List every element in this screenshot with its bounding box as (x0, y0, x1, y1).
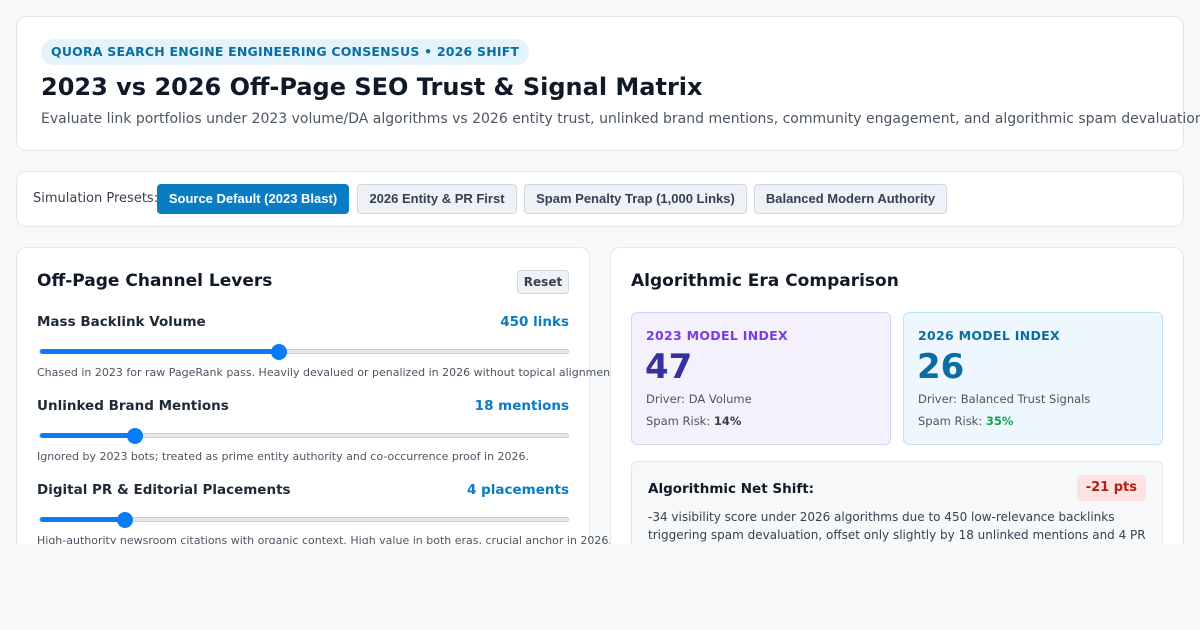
model-risk: Spam Risk: 14% (646, 414, 741, 428)
risk-label: Spam Risk: (646, 414, 711, 428)
model-score: 26 (917, 347, 965, 387)
lever-note: Ignored by 2023 bots; treated as prime e… (37, 450, 530, 463)
page-title: 2023 vs 2026 Off-Page SEO Trust & Signal… (41, 73, 703, 101)
model-2023-box: 2023 MODEL INDEX 47 Driver: DA Volume Sp… (631, 312, 891, 445)
net-shift-badge: -21 pts (1076, 475, 1146, 501)
model-driver: Driver: Balanced Trust Signals (918, 392, 1091, 406)
slider-fill (40, 349, 279, 354)
model-score: 47 (645, 347, 693, 387)
presets-label: Simulation Presets: (33, 191, 159, 206)
comparison-title: Algorithmic Era Comparison (631, 271, 899, 291)
lever-label: Digital PR & Editorial Placements (37, 482, 291, 498)
preset-entity-pr-button[interactable]: 2026 Entity & PR First (357, 184, 517, 214)
slider-fill (40, 517, 125, 522)
risk-value: 14% (713, 414, 742, 428)
lever-label: Mass Backlink Volume (37, 314, 206, 330)
slider-track[interactable] (39, 512, 569, 528)
model-2026-box: 2026 MODEL INDEX 26 Driver: Balanced Tru… (903, 312, 1163, 445)
presets-bar: Simulation Presets: Source Default (2023… (16, 171, 1184, 227)
lever-value: 450 links (500, 314, 569, 330)
preset-balanced-button[interactable]: Balanced Modern Authority (754, 184, 947, 214)
model-label: 2023 MODEL INDEX (646, 328, 788, 343)
lever-label: Unlinked Brand Mentions (37, 398, 229, 414)
slider-track[interactable] (39, 344, 569, 360)
slider-thumb[interactable] (271, 344, 287, 360)
lever-brand-mentions: Unlinked Brand Mentions 18 mentions Igno… (37, 398, 569, 478)
levers-title: Off-Page Channel Levers (37, 271, 273, 291)
lever-value: 4 placements (467, 482, 569, 498)
slider-fill (40, 433, 135, 438)
lever-value: 18 mentions (474, 398, 569, 414)
preset-spam-trap-button[interactable]: Spam Penalty Trap (1,000 Links) (524, 184, 747, 214)
model-driver: Driver: DA Volume (646, 392, 752, 406)
model-label: 2026 MODEL INDEX (918, 328, 1060, 343)
page-background (0, 544, 1200, 630)
slider-thumb[interactable] (117, 512, 133, 528)
eyebrow-badge: QUORA SEARCH ENGINE ENGINEERING CONSENSU… (41, 39, 530, 65)
net-shift-label: Algorithmic Net Shift: (648, 481, 815, 497)
header-card: QUORA SEARCH ENGINE ENGINEERING CONSENSU… (16, 16, 1200, 151)
model-risk: Spam Risk: 35% (918, 414, 1013, 428)
slider-thumb[interactable] (127, 428, 143, 444)
risk-value: 35% (985, 414, 1014, 428)
page-subtitle: Evaluate link portfolios under 2023 volu… (41, 111, 1200, 127)
risk-label: Spam Risk: (918, 414, 983, 428)
slider-track[interactable] (39, 428, 569, 444)
lever-note: Chased in 2023 for raw PageRank pass. He… (37, 366, 618, 379)
preset-source-default-button[interactable]: Source Default (2023 Blast) (157, 184, 349, 214)
reset-button[interactable]: Reset (517, 270, 569, 294)
lever-backlink-volume: Mass Backlink Volume 450 links Chased in… (37, 314, 618, 394)
